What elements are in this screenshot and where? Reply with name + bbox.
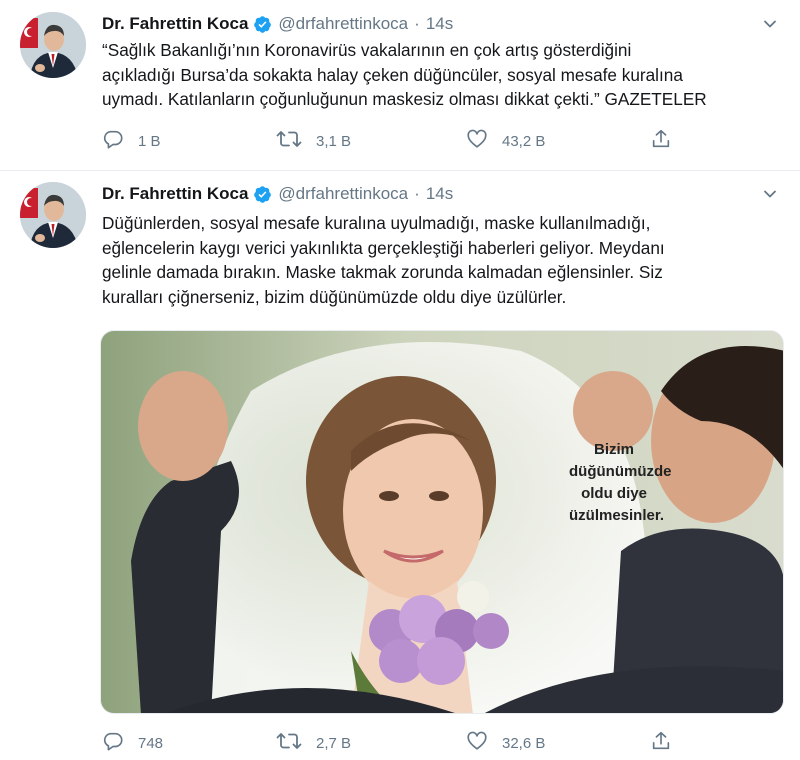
tweet-text-line: kuralları çiğnerseniz, bizim düğünümüzde… [102,286,567,307]
tweet-actions: 748 2,7 B 32,6 B [102,730,682,756]
reply-icon [102,128,124,155]
tweet-text-line: gelinle damada bırakın. Maske takmak zor… [102,262,663,282]
like-count: 32,6 B [502,734,546,752]
header-separator: · [414,184,420,203]
like-button[interactable]: 43,2 B [466,128,545,154]
overlay-line: oldu diye [581,485,647,502]
overlay-line: düğünümüzde [569,463,672,480]
tweet-text: Düğünlerden, sosyal mesafe kuralına uyul… [102,211,792,309]
overlay-line: üzülmesinler. [569,507,665,524]
tweet-text: “Sağlık Bakanlığı’nın Koronavirüs vakala… [102,38,792,112]
tweet-image[interactable]: Bizim düğünümüzde oldu diye üzülmesinler… [100,330,784,714]
tweet[interactable]: Dr. Fahrettin Koca @drfahrettinkoca · 14… [0,0,800,170]
author-name[interactable]: Dr. Fahrettin Koca [102,184,248,204]
share-icon [650,730,672,757]
author-name[interactable]: Dr. Fahrettin Koca [102,14,248,34]
tweet-actions: 1 B 3,1 B 43,2 B [102,128,682,154]
reply-button[interactable]: 748 [102,730,163,756]
tweet-header: Dr. Fahrettin Koca @drfahrettinkoca · 14… [102,182,453,206]
tweet-text-line: Düğünlerden, sosyal mesafe kuralına uyul… [102,213,651,233]
reply-icon [102,730,124,757]
author-handle[interactable]: @drfahrettinkoca [278,184,408,204]
retweet-icon [276,730,302,757]
retweet-count: 3,1 B [316,132,352,150]
avatar[interactable] [20,12,86,78]
tweet[interactable]: Dr. Fahrettin Koca @drfahrettinkoca · 14… [0,170,800,760]
retweet-button[interactable]: 3,1 B [276,128,351,154]
tweet-text-line: eğlencelerin kaygı verici yakınlıkta ger… [102,237,665,258]
retweet-button[interactable]: 2,7 B [276,730,351,756]
chevron-down-icon[interactable] [760,184,780,204]
avatar[interactable] [20,182,86,248]
tweet-text-line: “Sağlık Bakanlığı’nın Koronavirüs vakala… [102,40,632,60]
reply-button[interactable]: 1 B [102,128,161,154]
verified-badge-icon [253,185,272,204]
retweet-icon [276,128,302,155]
heart-icon [466,128,488,155]
verified-badge-icon [253,15,272,34]
image-overlay-text: Bizim düğünümüzde oldu diye üzülmesinler… [569,439,672,527]
retweet-count: 2,7 B [316,734,352,752]
timestamp[interactable]: 14s [426,184,453,204]
reply-count: 748 [138,734,164,752]
author-handle[interactable]: @drfahrettinkoca [278,14,408,34]
like-button[interactable]: 32,6 B [466,730,545,756]
wedding-photo [101,331,783,713]
overlay-line: Bizim [593,441,634,458]
tweet-header: Dr. Fahrettin Koca @drfahrettinkoca · 14… [102,12,453,36]
header-separator: · [414,14,420,33]
tweet-text-line: uymadı. Katılanların çoğunluğunun maskes… [102,89,707,109]
share-icon [650,128,672,155]
share-button[interactable] [650,730,672,756]
chevron-down-icon[interactable] [760,14,780,34]
like-count: 43,2 B [502,132,546,150]
share-button[interactable] [650,128,672,154]
tweet-text-line: açıkladığı Bursa’da sokakta halay çeken … [102,64,683,85]
reply-count: 1 B [138,132,161,150]
timestamp[interactable]: 14s [426,14,453,34]
heart-icon [466,730,488,757]
